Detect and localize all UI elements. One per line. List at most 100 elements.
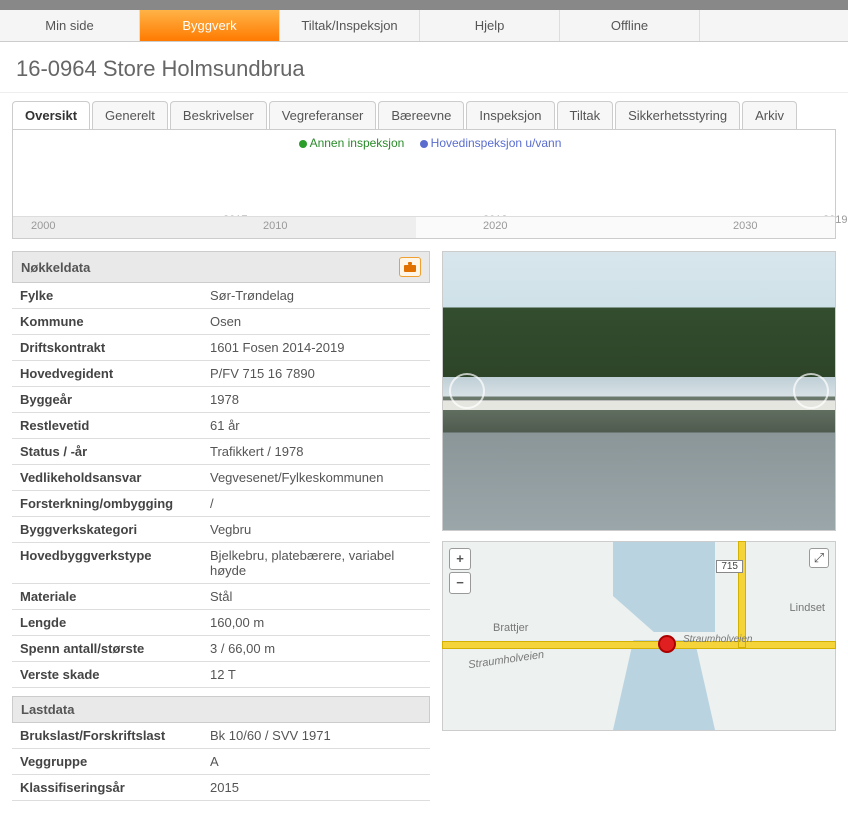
lastdata-table: Brukslast/ForskriftslastBk 10/60 / SVV 1…: [12, 723, 430, 801]
kv-key: Vedlikeholdsansvar: [12, 465, 202, 491]
table-row: VeggruppeA: [12, 749, 430, 775]
tab-sikkerhetsstyring[interactable]: Sikkerhetsstyring: [615, 101, 740, 129]
map-zoom: + −: [449, 548, 471, 596]
map-water2: [613, 640, 715, 730]
nokkeldata-heading: Nøkkeldata: [12, 251, 430, 283]
briefcase-icon[interactable]: [399, 257, 421, 277]
photo-next-icon[interactable]: [793, 373, 829, 409]
kv-value: Sør-Trøndelag: [202, 283, 430, 309]
map-road2: [739, 542, 745, 647]
table-row: KommuneOsen: [12, 309, 430, 335]
kv-value: 1978: [202, 387, 430, 413]
table-row: Byggeår1978: [12, 387, 430, 413]
kv-key: Lengde: [12, 610, 202, 636]
kv-value: Bjelkebru, platebærere, variabel høyde: [202, 543, 430, 584]
kv-value: 160,00 m: [202, 610, 430, 636]
legend-dot-green-icon: [299, 140, 307, 148]
map-water: [613, 542, 715, 632]
kv-value: A: [202, 749, 430, 775]
table-row: FylkeSør-Trøndelag: [12, 283, 430, 309]
kv-value: 2015: [202, 775, 430, 801]
map-marker-icon: [658, 635, 676, 653]
kv-value: Stål: [202, 584, 430, 610]
tab-tiltak[interactable]: Tiltak: [557, 101, 614, 129]
legend-text-blue: Hovedinspeksjon u/vann: [431, 136, 562, 150]
photo-prev-icon[interactable]: [449, 373, 485, 409]
table-row: Lengde160,00 m: [12, 610, 430, 636]
table-row: Restlevetid61 år: [12, 413, 430, 439]
nav-tiltak-inspeksjon[interactable]: Tiltak/Inspeksjon: [280, 10, 420, 41]
kv-value: 12 T: [202, 662, 430, 688]
timeline[interactable]: Annen inspeksjon Hovedinspeksjon u/vann …: [12, 129, 836, 239]
tab-arkiv[interactable]: Arkiv: [742, 101, 797, 129]
nav-min-side[interactable]: Min side: [0, 10, 140, 41]
road-shield: 715: [716, 560, 743, 573]
map-road: [443, 642, 835, 648]
photo-viewer: [442, 251, 836, 531]
table-row: Klassifiseringsår2015: [12, 775, 430, 801]
timeline-legend: Annen inspeksjon Hovedinspeksjon u/vann: [13, 130, 835, 156]
lastdata-heading: Lastdata: [12, 696, 430, 723]
window-chrome: [0, 0, 848, 10]
sub-tabs: Oversikt Generelt Beskrivelser Vegrefera…: [0, 93, 848, 129]
table-row: HovedbyggverkstypeBjelkebru, platebærere…: [12, 543, 430, 584]
map-label-road1: Straumholveien: [468, 649, 545, 672]
nokkeldata-table: FylkeSør-TrøndelagKommuneOsenDriftskontr…: [12, 283, 430, 688]
kv-key: Fylke: [12, 283, 202, 309]
map-label-road2: Straumholveien: [683, 634, 752, 645]
kv-key: Status / -år: [12, 439, 202, 465]
mini-2010: 2010: [263, 220, 287, 232]
kv-key: Hovedvegident: [12, 361, 202, 387]
map[interactable]: + − ⤢ 715 Brattjer Lindset Straumholveie…: [442, 541, 836, 731]
table-row: ByggverkskategoriVegbru: [12, 517, 430, 543]
kv-value: Trafikkert / 1978: [202, 439, 430, 465]
kv-key: Byggverkskategori: [12, 517, 202, 543]
tab-generelt[interactable]: Generelt: [92, 101, 168, 129]
kv-value: /: [202, 491, 430, 517]
kv-key: Spenn antall/største: [12, 636, 202, 662]
kv-key: Materiale: [12, 584, 202, 610]
kv-key: Forsterkning/ombygging: [12, 491, 202, 517]
kv-value: Vegbru: [202, 517, 430, 543]
fullscreen-button[interactable]: ⤢: [809, 548, 829, 568]
kv-value: 61 år: [202, 413, 430, 439]
mini-2020: 2020: [483, 220, 507, 232]
table-row: Verste skade12 T: [12, 662, 430, 688]
map-label-brattjer: Brattjer: [493, 622, 528, 634]
nav-hjelp[interactable]: Hjelp: [420, 10, 560, 41]
kv-key: Driftskontrakt: [12, 335, 202, 361]
kv-key: Brukslast/Forskriftslast: [12, 723, 202, 749]
table-row: Spenn antall/største3 / 66,00 m: [12, 636, 430, 662]
nav-offline[interactable]: Offline: [560, 10, 700, 41]
legend-text-green: Annen inspeksjon: [310, 136, 405, 150]
nokkeldata-heading-text: Nøkkeldata: [21, 260, 90, 275]
legend-dot-blue-icon: [420, 140, 428, 148]
zoom-in-button[interactable]: +: [449, 548, 471, 570]
lastdata-heading-text: Lastdata: [21, 702, 74, 717]
page-title: 16-0964 Store Holmsundbrua: [0, 42, 848, 93]
table-row: VedlikeholdsansvarVegvesenet/Fylkeskommu…: [12, 465, 430, 491]
table-row: MaterialeStål: [12, 584, 430, 610]
table-row: Brukslast/ForskriftslastBk 10/60 / SVV 1…: [12, 723, 430, 749]
timeline-mini[interactable]: 2000 2010 2020 2030: [13, 216, 835, 238]
kv-value: P/FV 715 16 7890: [202, 361, 430, 387]
table-row: Driftskontrakt1601 Fosen 2014-2019: [12, 335, 430, 361]
kv-key: Hovedbyggverkstype: [12, 543, 202, 584]
map-label-lindset: Lindset: [790, 602, 825, 614]
main-nav: Min side Byggverk Tiltak/Inspeksjon Hjel…: [0, 10, 848, 42]
tab-beskrivelser[interactable]: Beskrivelser: [170, 101, 267, 129]
table-row: HovedvegidentP/FV 715 16 7890: [12, 361, 430, 387]
kv-value: 3 / 66,00 m: [202, 636, 430, 662]
tab-oversikt[interactable]: Oversikt: [12, 101, 90, 129]
tab-vegreferanser[interactable]: Vegreferanser: [269, 101, 377, 129]
kv-value: 1601 Fosen 2014-2019: [202, 335, 430, 361]
kv-key: Verste skade: [12, 662, 202, 688]
tab-baereevne[interactable]: Bæreevne: [378, 101, 464, 129]
table-row: Forsterkning/ombygging/: [12, 491, 430, 517]
mini-2000: 2000: [31, 220, 55, 232]
tab-inspeksjon[interactable]: Inspeksjon: [466, 101, 554, 129]
kv-key: Klassifiseringsår: [12, 775, 202, 801]
nav-byggverk[interactable]: Byggverk: [140, 10, 280, 41]
kv-key: Byggeår: [12, 387, 202, 413]
zoom-out-button[interactable]: −: [449, 572, 471, 594]
